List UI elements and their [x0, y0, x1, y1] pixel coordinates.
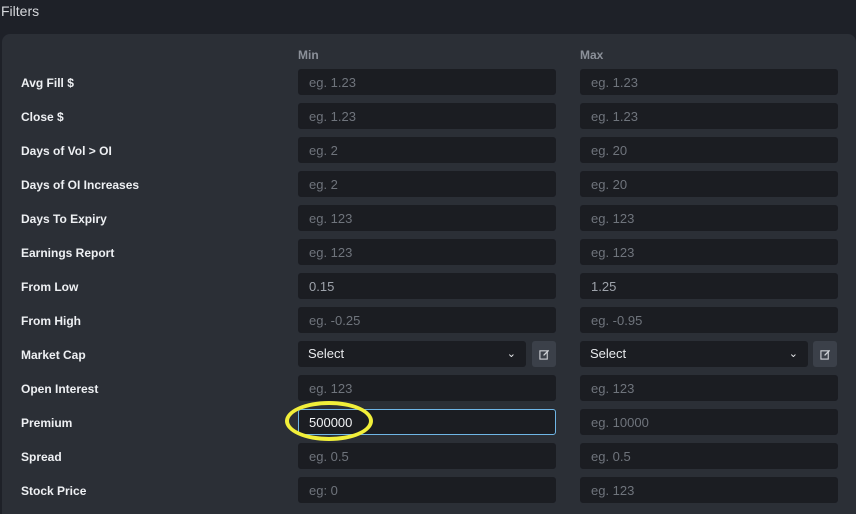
days-vol-oi-max-input[interactable]: [580, 137, 838, 163]
open-interest-min-input[interactable]: [298, 375, 556, 401]
days-oi-increases-min-input[interactable]: [298, 171, 556, 197]
filter-row-from-high: From High: [2, 307, 856, 335]
stock-price-min-input[interactable]: [298, 477, 556, 503]
from-high-min-input[interactable]: [298, 307, 556, 333]
filter-row-days-vol-oi: Days of Vol > OI: [2, 137, 856, 165]
filter-label: Days of OI Increases: [21, 178, 140, 192]
page-title: Filters: [1, 3, 40, 19]
market-cap-min-edit-button[interactable]: [532, 341, 556, 367]
filter-row-spread: Spread: [2, 443, 856, 471]
chevron-down-icon: ⌄: [788, 348, 798, 360]
premium-min-input[interactable]: [298, 409, 556, 435]
market-cap-max-edit-button[interactable]: [813, 341, 837, 367]
market-cap-min-select[interactable]: Select ⌄: [298, 341, 526, 367]
filter-row-days-to-expiry: Days To Expiry: [2, 205, 856, 233]
filter-row-close: Close $: [2, 103, 856, 131]
days-vol-oi-min-input[interactable]: [298, 137, 556, 163]
filter-row-days-oi-increases: Days of OI Increases: [2, 171, 856, 199]
filters-panel: Min Max Avg Fill $ Close $ Days of Vol >…: [2, 34, 856, 514]
from-low-min-input[interactable]: [298, 273, 556, 299]
close-max-input[interactable]: [580, 103, 838, 129]
stock-price-max-input[interactable]: [580, 477, 838, 503]
max-column-header: Max: [580, 48, 604, 62]
filter-label: Days of Vol > OI: [21, 144, 112, 158]
days-to-expiry-max-input[interactable]: [580, 205, 838, 231]
avg-fill-min-input[interactable]: [298, 69, 556, 95]
avg-fill-max-input[interactable]: [580, 69, 838, 95]
filter-label: Close $: [21, 110, 64, 124]
spread-max-input[interactable]: [580, 443, 838, 469]
filter-row-from-low: From Low: [2, 273, 856, 301]
min-column-header: Min: [298, 48, 319, 62]
market-cap-max-select[interactable]: Select ⌄: [580, 341, 808, 367]
filter-label: Avg Fill $: [21, 76, 74, 90]
filter-row-open-interest: Open Interest: [2, 375, 856, 403]
filter-label: From Low: [21, 280, 79, 294]
filter-row-avg-fill: Avg Fill $: [2, 69, 856, 97]
chevron-down-icon: ⌄: [506, 348, 516, 360]
filter-label: Days To Expiry: [21, 212, 107, 226]
premium-max-input[interactable]: [580, 409, 838, 435]
filter-row-stock-price: Stock Price: [2, 477, 856, 505]
filter-row-premium: Premium: [2, 409, 856, 437]
filter-label: Spread: [21, 450, 62, 464]
filter-row-market-cap: Market Cap Select ⌄ Select ⌄: [2, 341, 856, 369]
filter-label: Premium: [21, 416, 73, 430]
spread-min-input[interactable]: [298, 443, 556, 469]
filter-label: Open Interest: [21, 382, 99, 396]
filter-label: Stock Price: [21, 484, 87, 498]
filter-label: Earnings Report: [21, 246, 115, 260]
edit-icon: [538, 349, 549, 360]
earnings-report-max-input[interactable]: [580, 239, 838, 265]
close-min-input[interactable]: [298, 103, 556, 129]
select-value: Select: [308, 346, 345, 361]
from-low-max-input[interactable]: [580, 273, 838, 299]
days-oi-increases-max-input[interactable]: [580, 171, 838, 197]
filter-label: From High: [21, 314, 81, 328]
earnings-report-min-input[interactable]: [298, 239, 556, 265]
filter-label: Market Cap: [21, 348, 86, 362]
edit-icon: [819, 349, 830, 360]
open-interest-max-input[interactable]: [580, 375, 838, 401]
from-high-max-input[interactable]: [580, 307, 838, 333]
filter-row-earnings-report: Earnings Report: [2, 239, 856, 267]
days-to-expiry-min-input[interactable]: [298, 205, 556, 231]
select-value: Select: [590, 346, 627, 361]
